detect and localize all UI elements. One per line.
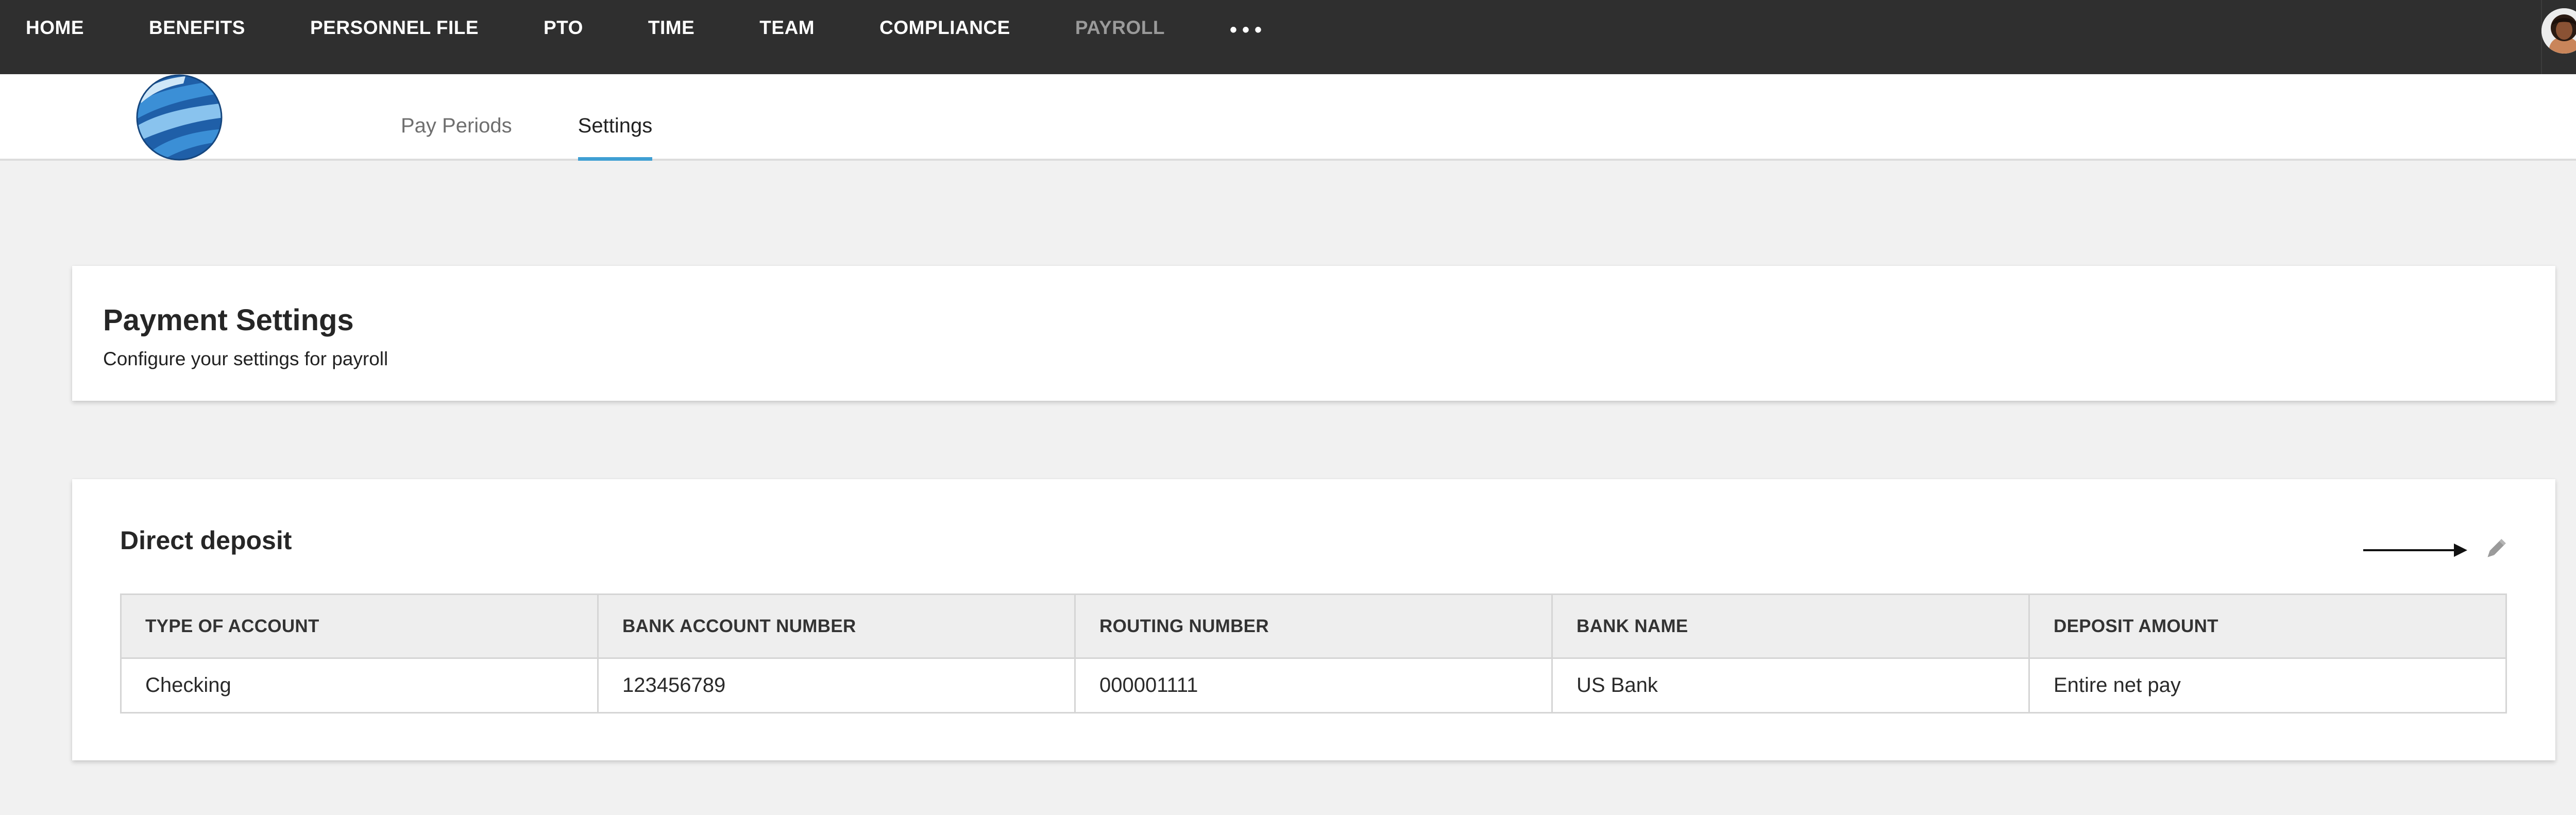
- column-header-bank-name: BANK NAME: [1551, 593, 2030, 659]
- nav-item-compliance[interactable]: COMPLIANCE: [879, 17, 1010, 39]
- tab-pay-periods[interactable]: Pay Periods: [401, 74, 512, 161]
- table-row: Checking 123456789 000001111 US Bank Ent…: [120, 657, 2507, 714]
- nav-item-team[interactable]: TEAM: [759, 17, 815, 39]
- column-header-deposit-amount: DEPOSIT AMOUNT: [2028, 593, 2507, 659]
- table-header-row: TYPE OF ACCOUNT BANK ACCOUNT NUMBER ROUT…: [120, 593, 2507, 659]
- globe-logo-icon: [136, 74, 223, 161]
- direct-deposit-table: TYPE OF ACCOUNT BANK ACCOUNT NUMBER ROUT…: [120, 593, 2507, 714]
- nav-item-pto[interactable]: PTO: [544, 17, 583, 39]
- column-header-type-of-account: TYPE OF ACCOUNT: [120, 593, 599, 659]
- page-tabs: Pay Periods Settings: [401, 74, 718, 161]
- avatar-icon: [2541, 8, 2576, 54]
- nav-item-benefits[interactable]: BENEFITS: [149, 17, 245, 39]
- cell-bank-name: US Bank: [1551, 657, 2030, 714]
- pencil-edit-icon[interactable]: [2483, 537, 2508, 562]
- direct-deposit-title: Direct deposit: [120, 526, 292, 555]
- nav-items: HOME BENEFITS PERSONNEL FILE PTO TIME TE…: [0, 0, 1267, 74]
- direct-deposit-card: Direct deposit TYPE OF ACCOUNT BANK ACCO…: [72, 479, 2555, 760]
- more-menu-icon[interactable]: •••: [1230, 19, 1267, 42]
- cell-type-of-account: Checking: [120, 657, 599, 714]
- company-logo: [134, 74, 225, 161]
- top-navigation-bar: HOME BENEFITS PERSONNEL FILE PTO TIME TE…: [0, 0, 2576, 74]
- cell-bank-account-number: 123456789: [597, 657, 1076, 714]
- column-header-routing-number: ROUTING NUMBER: [1074, 593, 1553, 659]
- cell-deposit-amount: Entire net pay: [2028, 657, 2507, 714]
- page-subtitle: Configure your settings for payroll: [103, 348, 388, 369]
- payment-settings-card: Payment Settings Configure your settings…: [72, 266, 2555, 401]
- tab-settings[interactable]: Settings: [578, 74, 652, 161]
- sub-header: Pay Periods Settings: [0, 74, 2576, 161]
- pencil-icon: [2487, 539, 2506, 557]
- column-header-bank-account-number: BANK ACCOUNT NUMBER: [597, 593, 1076, 659]
- nav-item-personnel-file[interactable]: PERSONNEL FILE: [310, 17, 479, 39]
- arrow-right-icon: [2363, 544, 2467, 557]
- nav-item-payroll[interactable]: PAYROLL: [1075, 17, 1165, 39]
- user-avatar[interactable]: [2541, 8, 2576, 54]
- nav-item-home[interactable]: HOME: [26, 17, 84, 39]
- page-title: Payment Settings: [103, 303, 354, 337]
- nav-item-time[interactable]: TIME: [648, 17, 694, 39]
- cell-routing-number: 000001111: [1074, 657, 1553, 714]
